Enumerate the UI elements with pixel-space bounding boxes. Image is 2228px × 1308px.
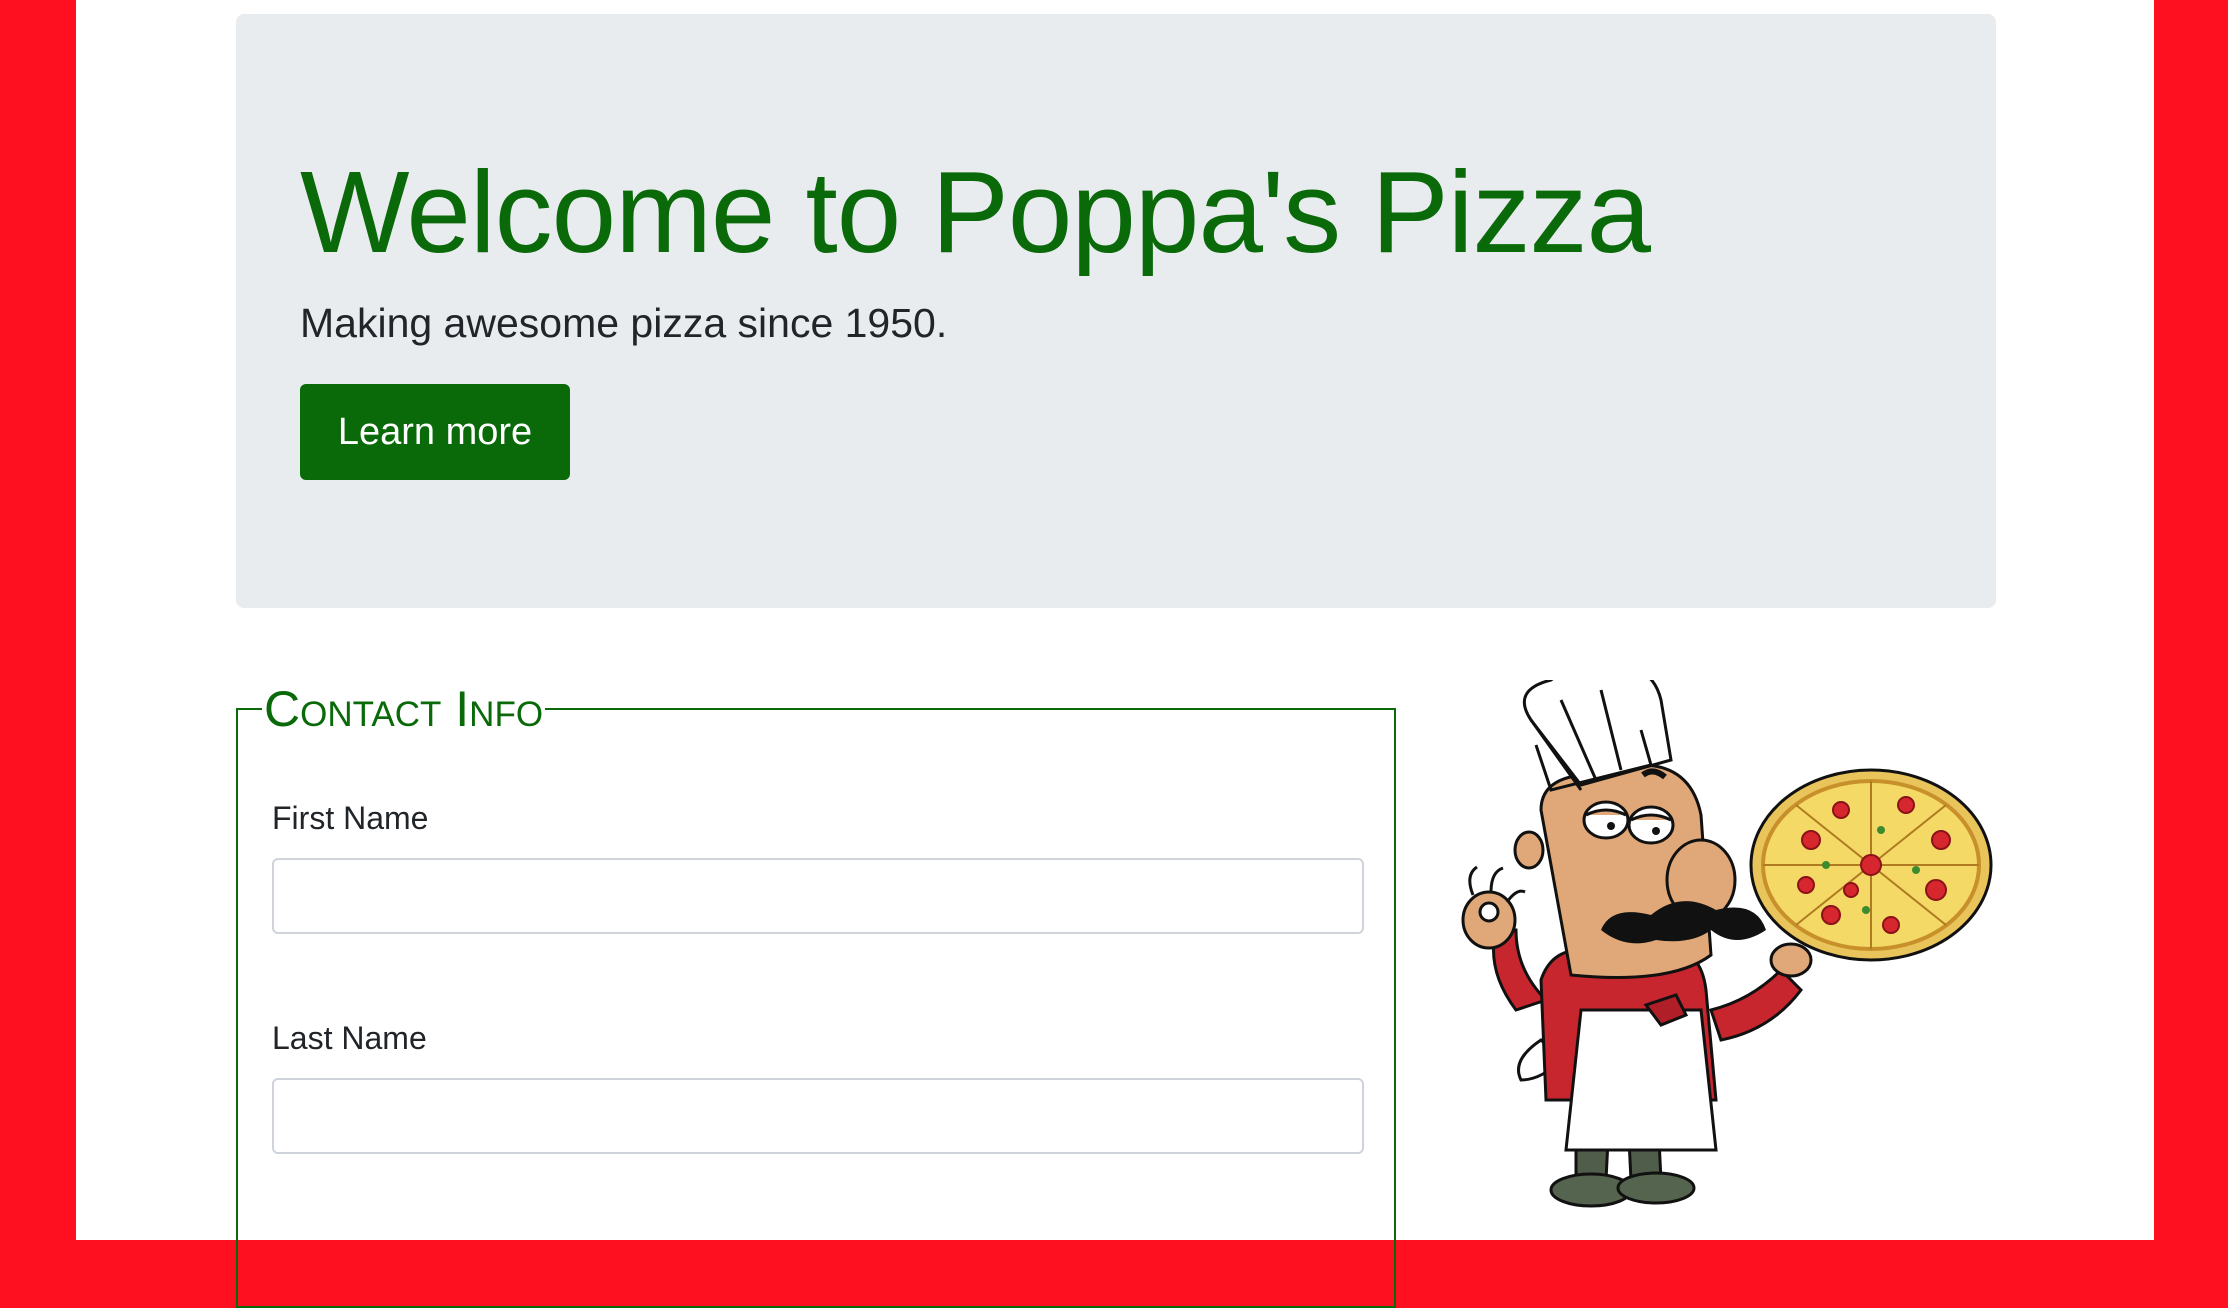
- learn-more-button[interactable]: Learn more: [300, 384, 570, 480]
- page-container: Welcome to Poppa's Pizza Making awesome …: [76, 0, 2154, 1308]
- hero-title: Welcome to Poppa's Pizza: [300, 147, 1651, 277]
- hero-jumbotron: Welcome to Poppa's Pizza Making awesome …: [236, 14, 1996, 608]
- last-name-label: Last Name: [272, 1020, 427, 1056]
- contact-info-fieldset: Contact Info First Name Last Name: [236, 684, 1396, 1308]
- contact-info-legend: Contact Info: [262, 681, 546, 737]
- hero-lead: Making awesome pizza since 1950.: [300, 300, 948, 346]
- last-name-field[interactable]: [272, 1078, 1364, 1154]
- pizza-chef-icon: [1461, 680, 1993, 1208]
- first-name-field[interactable]: [272, 858, 1364, 934]
- first-name-label: First Name: [272, 800, 429, 836]
